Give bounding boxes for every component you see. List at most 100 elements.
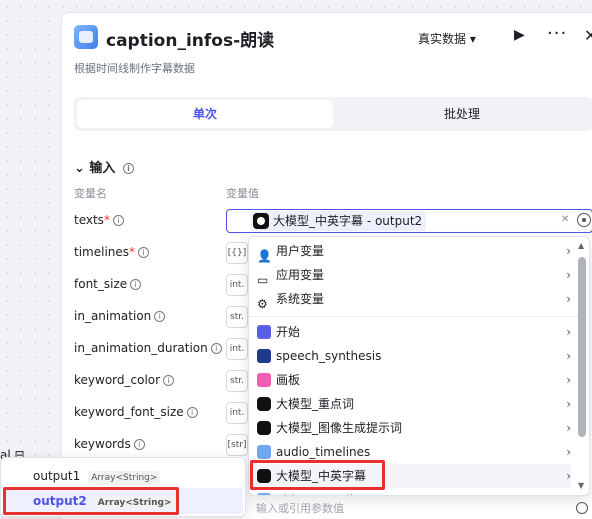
param-name: texts (74, 213, 104, 227)
start-node-icon (257, 325, 271, 339)
dropdown-item-label: audio_timelines (276, 445, 371, 459)
scrollbar-thumb[interactable] (578, 257, 586, 437)
reference-target-icon[interactable] (576, 502, 588, 514)
info-icon: i (186, 407, 198, 418)
variable-reference-dropdown: 👤 用户变量 › ▭ 应用变量 › ⚙ 系统变量 › 开始 › speech_synthesi… (248, 236, 590, 496)
chevron-right-icon: › (566, 349, 571, 363)
column-header-name: 变量名 (74, 187, 107, 200)
info-icon: i (163, 375, 175, 386)
plugin-app-icon (74, 25, 98, 49)
required-mark: * (129, 245, 136, 259)
dropdown-item-app-vars[interactable]: ▭ 应用变量 › (249, 263, 571, 287)
llm-bot-icon (253, 213, 269, 229)
plugin-icon (257, 493, 271, 495)
type-badge: int. (226, 274, 248, 296)
chevron-right-icon: › (566, 445, 571, 459)
close-icon[interactable]: ✕ (584, 26, 592, 45)
dropdown-item-label: objs_to_str_list (276, 493, 364, 495)
dropdown-item-user-vars[interactable]: 👤 用户变量 › (249, 239, 571, 263)
panel-subtitle: 根据时间线制作字幕数据 (74, 62, 195, 75)
type-badge: [str] (226, 434, 248, 456)
dropdown-item-label: 开始 (276, 325, 301, 339)
param-name: font_size (74, 277, 128, 291)
info-icon: i (133, 439, 145, 450)
chevron-right-icon: › (566, 397, 571, 411)
folder-icon: ▭ (257, 273, 269, 287)
dropdown-item-label: 用户变量 (276, 244, 325, 258)
chevron-right-icon: › (566, 244, 571, 258)
chevron-right-icon: › (566, 268, 571, 282)
dropdown-item-system-vars[interactable]: ⚙ 系统变量 › (249, 287, 571, 311)
type-badge: int. (226, 402, 248, 424)
user-icon: 👤 (257, 249, 272, 263)
output-item-output1[interactable]: output1 Array<String> (5, 463, 243, 489)
data-mode-select[interactable]: 真实数据 ▾ (418, 30, 476, 47)
reference-target-icon[interactable] (577, 213, 591, 227)
waveform-icon (257, 349, 271, 363)
chevron-right-icon: › (566, 469, 571, 483)
plugin-icon (257, 445, 271, 459)
dropdown-item-llm-keywords[interactable]: 大模型_重点词 › (249, 392, 571, 416)
chevron-right-icon: › (566, 373, 571, 387)
info-icon: i (130, 279, 142, 290)
dropdown-item-label: 大模型_重点词 (276, 397, 355, 411)
output-type-tag: Array<String> (88, 471, 161, 485)
inputs-section-title[interactable]: ⌄ 输入 i (74, 157, 134, 176)
param-name: in_animation_duration (74, 341, 208, 355)
highlight-box (250, 460, 385, 490)
chevron-right-icon: › (566, 421, 571, 435)
run-mode-tabs: 单次 批处理 (74, 97, 592, 131)
chevron-right-icon: › (566, 292, 571, 306)
panel-title: caption_infos-朗读 (106, 31, 275, 51)
texts-value-field[interactable]: 大模型_中英字幕 - output2 ✕ (226, 209, 592, 233)
dropdown-item-speech-synthesis[interactable]: speech_synthesis › (249, 344, 571, 368)
panel-header: caption_infos-朗读 ⊟ 真实数据 ▾ ▶ ··· ✕ (74, 23, 592, 53)
param-name: timelines (74, 245, 130, 259)
param-name: keyword_color (74, 373, 161, 387)
chevron-down-icon: ⌄ (74, 161, 90, 176)
info-icon: i (138, 247, 150, 258)
type-badge: str. (226, 370, 248, 392)
info-icon: i (210, 343, 222, 354)
input-row-label: keywords i (74, 437, 145, 451)
dropdown-item-label: 系统变量 (276, 292, 325, 306)
input-row-label: font_size i (74, 277, 142, 291)
input-row-label: keyword_color i (74, 373, 175, 387)
tab-single[interactable]: 单次 (77, 100, 333, 128)
node-outputs-popover: output1 Array<String> output2 Array<String… (0, 457, 246, 517)
output-name: output1 (33, 469, 81, 483)
inputs-title: 输入 (89, 161, 116, 176)
dropdown-item-llm-image-prompt[interactable]: 大模型_图像生成提示词 › (249, 416, 571, 440)
input-row-label: texts* i (74, 213, 124, 227)
title-edit-icon[interactable]: ⊟ (264, 31, 273, 44)
scroll-up-icon[interactable]: ▲ (578, 241, 584, 250)
dropdown-item-label: 应用变量 (276, 268, 325, 282)
input-row-label: keyword_font_size i (74, 405, 198, 419)
info-icon: i (112, 215, 124, 226)
param-name: in_animation (74, 309, 152, 323)
dropdown-item-label: speech_synthesis (276, 349, 382, 363)
info-icon: i (122, 163, 134, 174)
chevron-right-icon: › (566, 325, 571, 339)
input-row-label: in_animation i (74, 309, 166, 323)
type-badge: [{}] (226, 242, 248, 264)
dropdown-item-start[interactable]: 开始 › (249, 320, 571, 344)
dropdown-item-canvas[interactable]: 画板 › (249, 368, 571, 392)
clear-icon[interactable]: ✕ (561, 214, 569, 225)
tab-batch[interactable]: 批处理 (334, 100, 590, 128)
highlight-box (3, 487, 179, 515)
llm-bot-icon (257, 421, 271, 435)
dropdown-item-objs-to-str-list[interactable]: objs_to_str_list (249, 488, 571, 495)
scroll-down-icon[interactable]: ▼ (578, 481, 584, 490)
info-icon: i (154, 311, 166, 322)
input-row-label: timelines* i (74, 245, 150, 259)
divider (249, 316, 579, 317)
dropdown-item-label: 大模型_图像生成提示词 (276, 421, 403, 435)
param-name: keywords (74, 437, 131, 451)
canvas-icon (257, 373, 271, 387)
value-input-placeholder[interactable]: 输入或引用参数值 (248, 498, 590, 519)
play-icon[interactable]: ▶ (514, 27, 525, 43)
reference-chip[interactable]: 大模型_中英字幕 - output2 (251, 211, 427, 231)
more-icon[interactable]: ··· (547, 23, 567, 44)
param-name: keyword_font_size (74, 405, 184, 419)
